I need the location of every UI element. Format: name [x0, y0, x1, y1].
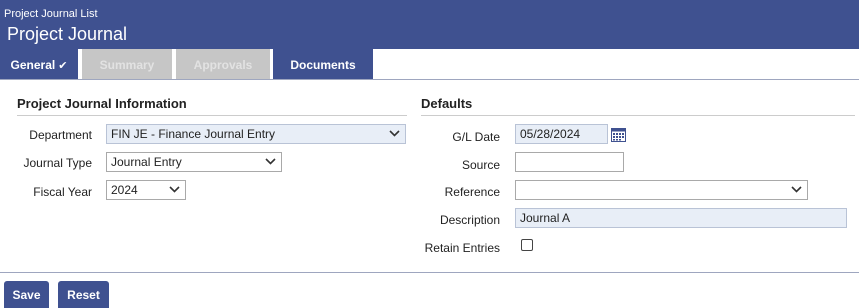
journal-type-label: Journal Type: [23, 156, 93, 170]
section-divider: [17, 115, 407, 116]
page-header: Project Journal List Project Journal: [0, 0, 859, 49]
breadcrumb-project-journal-list[interactable]: Project Journal List: [4, 8, 98, 20]
journal-type-select[interactable]: Journal Entry: [106, 152, 282, 172]
save-button[interactable]: Save: [4, 281, 49, 308]
tab-general-label: General: [10, 58, 56, 72]
description-label: Description: [439, 213, 500, 227]
department-select[interactable]: FIN JE - Finance Journal Entry: [106, 124, 406, 144]
chevron-down-icon: [791, 181, 802, 193]
fiscal-year-select[interactable]: 2024: [106, 180, 186, 200]
source-input[interactable]: [515, 152, 624, 172]
chevron-down-icon: [169, 181, 180, 193]
retain-entries-checkbox[interactable]: [521, 239, 533, 251]
gl-date-value: 05/28/2024: [520, 127, 581, 141]
reference-label: Reference: [444, 185, 500, 199]
page-title: Project Journal: [7, 24, 128, 44]
footer-divider: [0, 272, 859, 273]
chevron-down-icon: [265, 153, 276, 165]
chevron-down-icon: [389, 125, 400, 137]
journal-type-value: Journal Entry: [111, 155, 182, 169]
tab-bar: General ✔ Summary Approvals Documents: [0, 49, 859, 80]
section-title-defaults: Defaults: [421, 96, 473, 111]
department-value: FIN JE - Finance Journal Entry: [111, 127, 276, 141]
check-icon: ✔: [58, 60, 68, 72]
source-label: Source: [461, 158, 500, 172]
section-divider: [421, 115, 855, 116]
description-input[interactable]: Journal A: [515, 208, 847, 228]
tab-general[interactable]: General ✔: [0, 49, 78, 79]
tab-documents[interactable]: Documents: [273, 49, 373, 79]
department-label: Department: [29, 128, 92, 142]
description-value: Journal A: [520, 211, 571, 225]
section-title-info: Project Journal Information: [17, 96, 187, 111]
gl-date-label: G/L Date: [452, 130, 500, 144]
reset-button[interactable]: Reset: [58, 281, 109, 308]
tab-approvals: Approvals: [176, 49, 270, 79]
retain-entries-label: Retain Entries: [424, 241, 500, 255]
calendar-icon[interactable]: [611, 127, 626, 142]
reference-select[interactable]: [515, 180, 808, 200]
gl-date-input[interactable]: 05/28/2024: [515, 124, 608, 144]
fiscal-year-label: Fiscal Year: [33, 185, 92, 199]
tab-summary: Summary: [82, 49, 172, 79]
